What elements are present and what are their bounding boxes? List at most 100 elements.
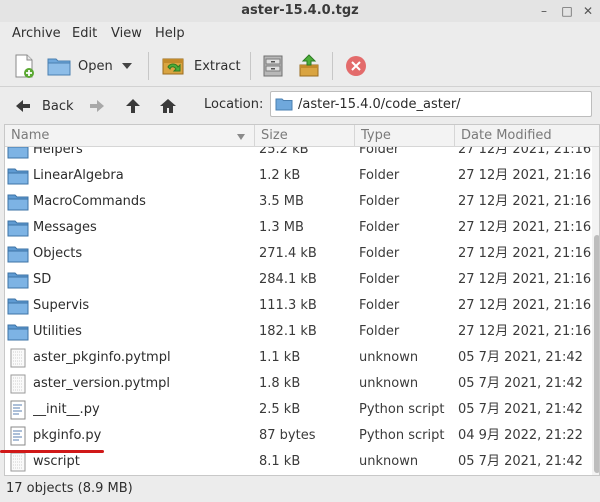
extract-button[interactable]: Extract <box>160 50 241 82</box>
file-size: 182.1 kB <box>259 324 317 339</box>
file-row[interactable]: Supervis 111.3 kB Folder 27 12月 2021, 21:16 <box>5 293 591 319</box>
minimize-button[interactable]: – <box>536 4 552 18</box>
maximize-button[interactable]: □ <box>559 4 575 18</box>
scrollbar-thumb[interactable] <box>594 235 599 473</box>
up-button[interactable] <box>124 93 142 119</box>
file-row[interactable]: Messages 1.3 MB Folder 27 12月 2021, 21:16 <box>5 215 591 241</box>
file-row[interactable]: aster_pkginfo.pytmpl 1.1 kB unknown 05 7月 2… <box>5 345 591 371</box>
column-date-label: Date Modified <box>461 128 552 143</box>
column-size-label: Size <box>261 128 288 143</box>
window-title: aster-15.4.0.tgz <box>241 3 359 18</box>
status-bar: 17 objects (8.9 MB) <box>0 476 600 502</box>
file-row[interactable]: __init__.py 2.5 kB Python script 05 7月 2021… <box>5 397 591 423</box>
file-row[interactable]: SD 284.1 kB Folder 27 12月 2021, 21:16 <box>5 267 591 293</box>
column-type[interactable]: Type <box>355 125 455 147</box>
menu-edit[interactable]: Edit <box>72 26 97 41</box>
forward-button[interactable] <box>88 93 106 119</box>
red-underline-annotation <box>0 450 104 453</box>
file-name: __init__.py <box>33 402 100 417</box>
file-date: 27 12月 2021, 21:16 <box>458 298 591 313</box>
python-file-icon <box>7 426 29 446</box>
archive-cabinet-icon <box>263 55 283 77</box>
add-folder-button[interactable] <box>296 50 322 82</box>
file-name: SD <box>33 272 52 287</box>
file-date: 05 7月 2021, 21:42 <box>458 402 583 417</box>
toolbar-separator <box>250 52 251 80</box>
file-name: aster_pkginfo.pytmpl <box>33 350 171 365</box>
title-bar: aster-15.4.0.tgz – □ ✕ <box>0 0 600 22</box>
folder-icon <box>7 270 29 290</box>
column-name[interactable]: Name <box>5 125 255 147</box>
new-archive-icon <box>15 54 34 78</box>
back-button[interactable]: Back <box>14 93 74 119</box>
file-row[interactable]: Utilities 182.1 kB Folder 27 12月 2021, 21:1… <box>5 319 591 345</box>
file-size: 1.8 kB <box>259 376 301 391</box>
file-row[interactable]: LinearAlgebra 1.2 kB Folder 27 12月 2021, 21… <box>5 163 591 189</box>
unknown-file-icon <box>7 452 29 472</box>
file-rows: Helpers 25.2 kB Folder 27 12月 2021, 21:16 Li… <box>5 147 591 475</box>
file-size: 87 bytes <box>259 428 316 443</box>
home-icon <box>160 99 176 113</box>
file-type: Folder <box>359 194 400 209</box>
file-name: Utilities <box>33 324 82 339</box>
open-button[interactable]: Open <box>46 50 113 82</box>
file-name: LinearAlgebra <box>33 168 124 183</box>
folder-icon <box>275 98 293 111</box>
file-row[interactable]: Helpers 25.2 kB Folder 27 12月 2021, 21:16 <box>5 147 591 163</box>
stop-button[interactable] <box>344 50 368 82</box>
file-date: 27 12月 2021, 21:16 <box>458 272 591 287</box>
python-file-icon <box>7 400 29 420</box>
file-row[interactable]: aster_version.pytmpl 1.8 kB unknown 05 7月 2… <box>5 371 591 397</box>
file-date: 04 9月 2022, 21:22 <box>458 428 583 443</box>
arrow-right-icon <box>90 100 104 112</box>
vertical-scrollbar[interactable] <box>592 147 599 475</box>
file-date: 05 7月 2021, 21:42 <box>458 454 583 469</box>
extract-label: Extract <box>194 58 241 74</box>
add-files-button[interactable] <box>262 50 284 82</box>
file-row[interactable]: MacroCommands 3.5 MB Folder 27 12月 2021, 21… <box>5 189 591 215</box>
file-name: pkginfo.py <box>33 428 102 443</box>
location-bar: Back Location: /aster-15.4.0/code_aster/ <box>0 86 600 124</box>
file-type: unknown <box>359 350 419 365</box>
location-label: Location: <box>204 97 264 112</box>
file-type: Folder <box>359 272 400 287</box>
file-type: Folder <box>359 298 400 313</box>
file-row[interactable]: pkginfo.py 87 bytes Python script 04 9月 202… <box>5 423 591 449</box>
home-button[interactable] <box>158 93 178 119</box>
folder-icon <box>7 322 29 342</box>
toolbar: Open Extract <box>0 46 600 86</box>
file-list: Name Size Type Date Modified Helpers 25.2… <box>4 124 600 476</box>
file-size: 1.1 kB <box>259 350 301 365</box>
file-date: 27 12月 2021, 21:16 <box>458 220 591 235</box>
status-text: 17 objects (8.9 MB) <box>6 481 133 496</box>
file-date: 27 12月 2021, 21:16 <box>458 324 591 339</box>
column-size[interactable]: Size <box>255 125 355 147</box>
add-to-archive-icon <box>299 54 319 77</box>
close-button[interactable]: ✕ <box>580 4 596 18</box>
folder-icon <box>7 296 29 316</box>
file-name: Helpers <box>33 147 83 157</box>
file-name: Objects <box>33 246 83 261</box>
file-size: 2.5 kB <box>259 402 301 417</box>
open-label: Open <box>78 58 113 74</box>
file-type: Folder <box>359 324 400 339</box>
folder-icon <box>7 147 29 160</box>
location-field[interactable]: /aster-15.4.0/code_aster/ <box>270 91 592 117</box>
new-archive-button[interactable] <box>12 50 36 82</box>
menu-archive[interactable]: Archive <box>12 26 61 41</box>
file-type: Folder <box>359 220 400 235</box>
menu-help[interactable]: Help <box>155 26 185 41</box>
file-size: 3.5 MB <box>259 194 304 209</box>
file-row[interactable]: Objects 271.4 kB Folder 27 12月 2021, 21:16 <box>5 241 591 267</box>
file-date: 27 12月 2021, 21:16 <box>458 194 591 209</box>
folder-open-icon <box>47 58 71 76</box>
folder-icon <box>7 192 29 212</box>
column-date[interactable]: Date Modified <box>455 125 599 147</box>
file-type: Folder <box>359 147 400 157</box>
file-type: unknown <box>359 454 419 469</box>
file-size: 1.3 MB <box>259 220 304 235</box>
open-dropdown-button[interactable] <box>120 50 134 82</box>
menu-view[interactable]: View <box>111 26 142 41</box>
arrow-up-icon <box>126 99 140 113</box>
column-header: Name Size Type Date Modified <box>5 125 599 147</box>
